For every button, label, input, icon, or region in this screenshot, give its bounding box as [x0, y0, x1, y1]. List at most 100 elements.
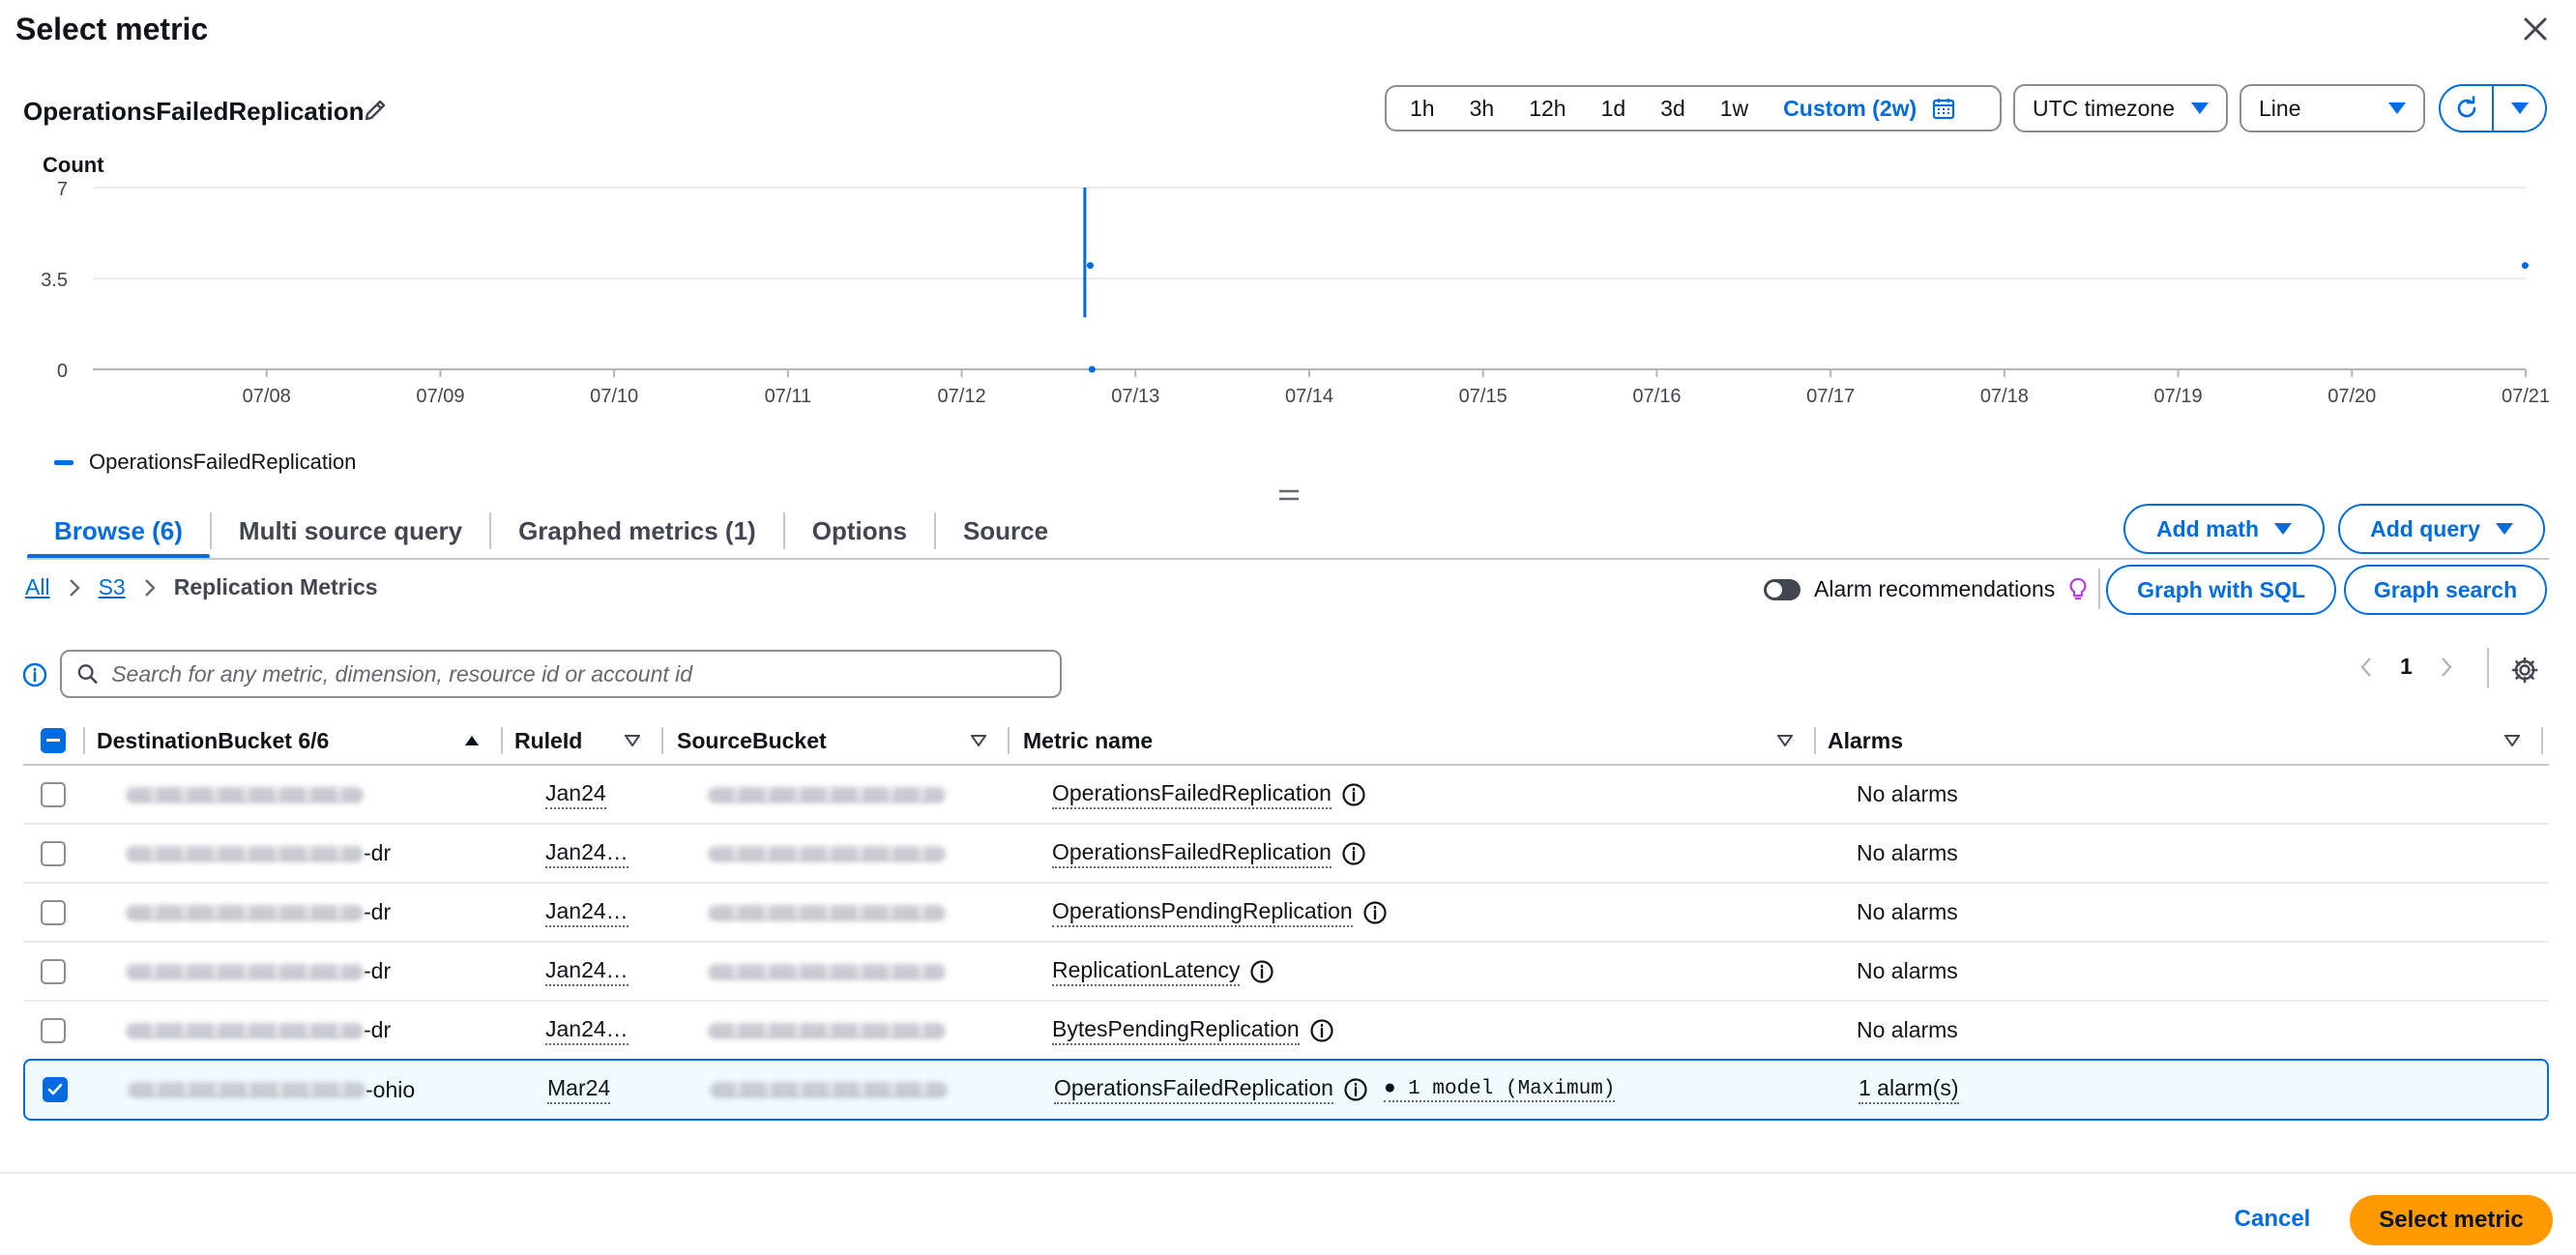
alarms-value[interactable]: 1 alarm(s) [1859, 1075, 1959, 1104]
column-header-alarms[interactable]: Alarms [1828, 715, 1903, 766]
graph-search-button[interactable]: Graph search [2344, 565, 2547, 615]
table-row[interactable]: -dr Jan24… ReplicationLatency No alarms [23, 943, 2549, 1002]
info-icon[interactable] [21, 661, 48, 688]
graph-with-sql-button[interactable]: Graph with SQL [2106, 565, 2336, 615]
ruleid-cell: Jan24… [545, 825, 629, 882]
tab-browse-6[interactable]: Browse (6) [27, 503, 210, 559]
ruleid-value[interactable]: Jan24… [545, 957, 629, 986]
time-range-option[interactable]: 1h [1392, 87, 1452, 130]
sort-ascending-icon[interactable] [464, 735, 480, 746]
timezone-select[interactable]: UTC timezone [2013, 84, 2228, 132]
info-icon[interactable] [1341, 841, 1366, 866]
metric-name[interactable]: OperationsFailedReplication [1054, 1075, 1333, 1104]
anomaly-model-tag[interactable]: ● 1 model (Maximum) [1383, 1078, 1616, 1102]
chart-legend[interactable]: OperationsFailedReplication [54, 450, 356, 475]
redacted-source-bucket[interactable] [710, 1082, 948, 1097]
tab-graphed-metrics-1[interactable]: Graphed metrics (1) [491, 503, 783, 559]
search-input[interactable] [111, 660, 1044, 687]
close-icon[interactable] [2518, 12, 2553, 46]
time-range-custom[interactable]: Custom (2w) [1766, 87, 1926, 130]
destination-bucket-cell[interactable]: -ohio [128, 1061, 415, 1119]
ruleid-value[interactable]: Mar24 [547, 1075, 611, 1104]
add-query-button[interactable]: Add query [2338, 504, 2545, 554]
table-row[interactable]: -ohio Mar24 OperationsFailedReplication ● 1… [23, 1059, 2549, 1121]
checkmark-icon [47, 1083, 63, 1095]
row-checkbox[interactable] [41, 781, 66, 807]
row-checkbox[interactable] [43, 1077, 68, 1102]
chart-type-select[interactable]: Line [2239, 84, 2425, 132]
redacted-source-bucket[interactable] [708, 904, 946, 920]
time-range-option[interactable]: 3h [1452, 87, 1512, 130]
ruleid-value[interactable]: Jan24… [545, 839, 629, 868]
lightbulb-icon[interactable] [2068, 577, 2088, 602]
row-checkbox[interactable] [41, 1017, 66, 1043]
refresh-button-group [2439, 84, 2547, 132]
tab-source[interactable]: Source [936, 503, 1075, 559]
metric-name[interactable]: OperationsPendingReplication [1052, 898, 1353, 927]
metric-name[interactable]: OperationsFailedReplication [1052, 839, 1332, 868]
column-header-metric[interactable]: Metric name [1023, 715, 1153, 766]
table-body: Jan24 OperationsFailedReplication No alarm… [23, 766, 2549, 1121]
redacted-source-bucket[interactable] [708, 963, 946, 979]
resize-handle-icon[interactable] [1278, 488, 1300, 502]
add-math-button[interactable]: Add math [2123, 504, 2325, 554]
metric-name[interactable]: ReplicationLatency [1052, 957, 1241, 986]
tab-multi-source-query[interactable]: Multi source query [212, 503, 489, 559]
sort-icon[interactable] [2504, 735, 2520, 746]
page-number[interactable]: 1 [2400, 654, 2413, 680]
sort-icon[interactable] [971, 735, 986, 746]
redacted-source-bucket[interactable] [708, 1022, 946, 1038]
info-icon[interactable] [1309, 1018, 1334, 1043]
destination-bucket-cell[interactable]: -dr [126, 884, 391, 941]
table-row[interactable]: -dr Jan24… OperationsFailedReplication No a… [23, 825, 2549, 884]
chevron-right-icon [144, 578, 156, 597]
select-metric-button[interactable]: Select metric [2350, 1195, 2553, 1245]
row-checkbox[interactable] [41, 899, 66, 925]
edit-icon[interactable] [362, 97, 389, 124]
info-icon[interactable] [1362, 900, 1388, 925]
tab-options[interactable]: Options [785, 503, 934, 559]
alarm-recommendations-toggle[interactable] [1764, 578, 1800, 600]
breadcrumb-s3[interactable]: S3 [99, 574, 126, 600]
select-all-checkbox[interactable] [41, 728, 66, 753]
destination-bucket-cell[interactable]: -dr [126, 825, 391, 882]
ruleid-value[interactable]: Jan24… [545, 898, 629, 927]
info-icon[interactable] [1341, 782, 1366, 807]
table-row[interactable]: -dr Jan24… OperationsPendingReplication No … [23, 884, 2549, 943]
table-row[interactable]: -dr Jan24… BytesPendingReplication No alarm… [23, 1002, 2549, 1061]
table-row[interactable]: Jan24 OperationsFailedReplication No alarm… [23, 766, 2549, 825]
metric-name[interactable]: OperationsFailedReplication [1052, 780, 1332, 809]
destination-bucket-cell[interactable] [126, 766, 364, 823]
column-header-ruleid[interactable]: RuleId [514, 715, 582, 766]
column-header-source[interactable]: SourceBucket [677, 715, 827, 766]
calendar-icon[interactable] [1932, 97, 1955, 120]
row-checkbox[interactable] [41, 958, 66, 984]
sort-icon[interactable] [1777, 735, 1793, 746]
chevron-left-icon[interactable] [2359, 657, 2373, 678]
gear-icon[interactable] [2510, 656, 2539, 685]
refresh-options-button[interactable] [2494, 86, 2545, 131]
time-range-option[interactable]: 1d [1584, 87, 1644, 130]
row-select-cell [41, 1002, 66, 1059]
chevron-right-icon[interactable] [2440, 657, 2453, 678]
time-range-option[interactable]: 3d [1643, 87, 1703, 130]
redacted-bucket-name [128, 1082, 366, 1097]
metric-name[interactable]: BytesPendingReplication [1052, 1016, 1300, 1045]
redacted-source-bucket[interactable] [708, 845, 946, 861]
time-range-option[interactable]: 1w [1703, 87, 1766, 130]
destination-bucket-cell[interactable]: -dr [126, 943, 391, 1000]
cancel-button[interactable]: Cancel [2214, 1195, 2330, 1243]
breadcrumb-all[interactable]: All [25, 574, 50, 600]
column-divider [1814, 727, 1816, 754]
column-header-destination[interactable]: DestinationBucket 6/6 [97, 715, 329, 766]
ruleid-value[interactable]: Jan24 [545, 780, 606, 809]
refresh-button[interactable] [2441, 86, 2494, 131]
destination-bucket-cell[interactable]: -dr [126, 1002, 391, 1059]
redacted-source-bucket[interactable] [708, 786, 946, 803]
ruleid-value[interactable]: Jan24… [545, 1016, 629, 1045]
sort-icon[interactable] [625, 735, 640, 746]
info-icon[interactable] [1343, 1077, 1368, 1102]
time-range-option[interactable]: 12h [1511, 87, 1583, 130]
row-checkbox[interactable] [41, 840, 66, 866]
info-icon[interactable] [1249, 959, 1274, 984]
